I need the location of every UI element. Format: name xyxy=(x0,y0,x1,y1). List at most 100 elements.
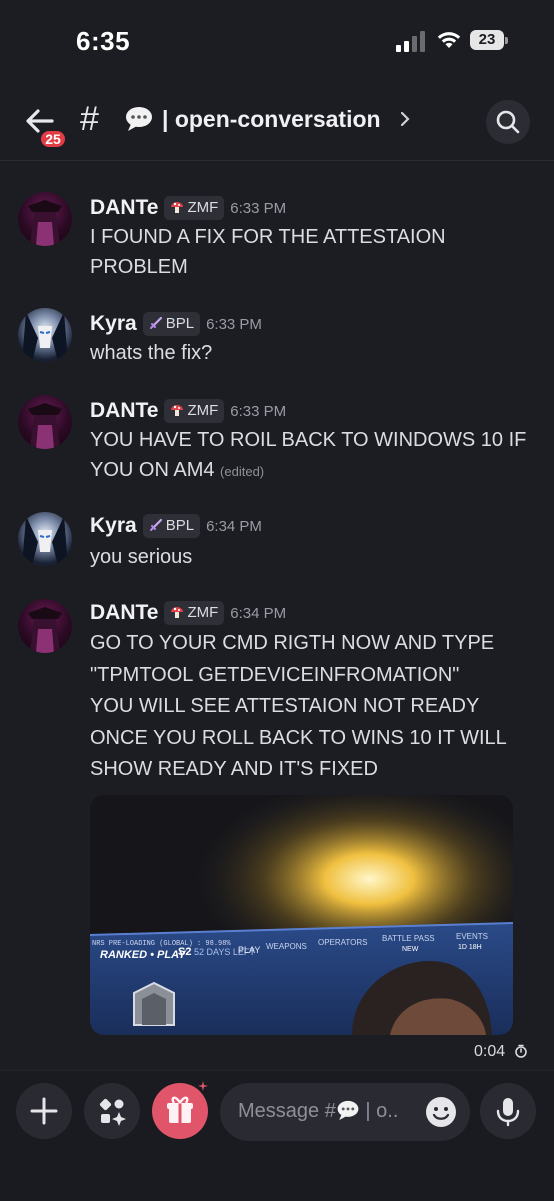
message-meta: DANTe ZMF 6:33 PM xyxy=(90,196,286,224)
message-content: GO TO YOUR CMD RIGTH NOW AND TYPE "TPMTO… xyxy=(90,628,530,786)
message[interactable]: Kyra BPL 6:33 PM whats the fix? xyxy=(0,308,554,368)
season-text: S2 xyxy=(178,946,191,958)
apps-button[interactable] xyxy=(84,1083,140,1139)
timestamp: 6:33 PM xyxy=(230,199,287,217)
server-tag[interactable]: BPL xyxy=(142,312,201,336)
message-content: YOU HAVE TO ROIL BACK TO WINDOWS 10 IF Y… xyxy=(90,425,530,487)
message-meta: DANTe ZMF 6:33 PM xyxy=(90,399,286,427)
message-content: I FOUND A FIX FOR THE ATTESTAION PROBLEM xyxy=(90,222,530,282)
message-line: YOU ON AM4 (edited) xyxy=(90,455,530,487)
message-line: "TPMTOOL GETDEVICEINFROMATION" xyxy=(90,663,460,686)
username[interactable]: DANTe xyxy=(90,601,158,624)
speech-bubble-icon xyxy=(337,1100,359,1121)
channel-hash-icon: # xyxy=(80,100,99,138)
mushroom-icon xyxy=(171,607,184,618)
message-line: YOU HAVE TO ROIL BACK TO WINDOWS 10 IF xyxy=(90,429,527,451)
timestamp: 6:33 PM xyxy=(230,402,287,420)
battery-indicator: 23 xyxy=(470,30,504,50)
message-content: you serious xyxy=(90,542,530,572)
events-timer-text: 1D 18H xyxy=(458,944,482,951)
message[interactable]: DANTe ZMF 6:34 PM GO TO YOUR CMD RIGTH NOW… xyxy=(0,599,554,789)
placeholder-text: Message # xyxy=(238,1100,336,1122)
message-line: YOU WILL SEE ATTESTAION NOT READY xyxy=(90,695,480,717)
avatar[interactable] xyxy=(18,395,72,449)
message[interactable]: Kyra BPL 6:34 PM you serious xyxy=(0,512,554,572)
timestamp: 6:33 PM xyxy=(206,315,262,333)
sparkle-icon xyxy=(198,1081,208,1091)
clock: 6:35 xyxy=(76,26,131,56)
message-line: whats the fix? xyxy=(90,342,213,364)
tag-label: BPL xyxy=(165,315,195,332)
add-button[interactable] xyxy=(16,1083,72,1139)
avatar[interactable] xyxy=(18,192,72,246)
message[interactable]: DANTe ZMF 6:33 PM I FOUND A FIX FOR THE AT… xyxy=(0,192,554,282)
sword-icon xyxy=(149,316,162,329)
message-line: PROBLEM xyxy=(90,256,188,278)
video-thumbnail: NRS PRE-LOADING (GLOBAL) : 98.98% RANKED… xyxy=(90,795,513,1035)
username[interactable]: DANTe xyxy=(90,399,158,422)
search-icon xyxy=(496,110,520,134)
status-bar: 6:35 23 xyxy=(0,0,554,80)
wifi-icon xyxy=(437,32,461,48)
server-tag[interactable]: ZMF xyxy=(164,601,225,625)
video-duration: 0:04 xyxy=(474,1043,528,1061)
avatar[interactable] xyxy=(18,599,72,653)
username[interactable]: Kyra xyxy=(90,312,137,335)
message-line: GO TO YOUR CMD RIGTH NOW AND TYPE xyxy=(90,632,495,654)
timestamp: 6:34 PM xyxy=(230,604,287,622)
tag-label: ZMF xyxy=(187,199,219,216)
message-meta: Kyra BPL 6:33 PM xyxy=(90,312,262,340)
message-input-placeholder: Message # | o.. xyxy=(238,1100,398,1123)
message-line: ONCE YOU ROLL BACK TO WINS 10 IT WILL xyxy=(90,726,507,749)
operators-text: OPERATORS xyxy=(318,938,368,947)
plus-icon xyxy=(30,1097,58,1125)
unread-badge: 25 xyxy=(38,128,68,150)
emoji-icon[interactable] xyxy=(424,1095,458,1129)
server-tag[interactable]: ZMF xyxy=(164,196,225,220)
timestamp: 6:34 PM xyxy=(206,517,262,535)
channel-title[interactable]: | open-conversation xyxy=(162,106,381,133)
voice-message-button[interactable] xyxy=(480,1083,536,1139)
speech-bubble-icon xyxy=(126,107,152,131)
ranked-text: RANKED • PLAY xyxy=(100,949,187,961)
mushroom-icon xyxy=(171,405,184,416)
gift-icon xyxy=(167,1096,193,1123)
sparkle-icon xyxy=(152,1107,160,1115)
username[interactable]: Kyra xyxy=(90,514,137,537)
avatar[interactable] xyxy=(18,512,72,566)
message-line: SHOW READY AND IT'S FIXED xyxy=(90,758,378,780)
weapons-text: WEAPONS xyxy=(266,942,307,951)
mushroom-icon xyxy=(171,202,184,213)
message-meta: Kyra BPL 6:34 PM xyxy=(90,514,262,542)
tag-label: BPL xyxy=(165,517,195,534)
tag-label: ZMF xyxy=(187,402,219,419)
cellular-signal-icon xyxy=(396,30,426,52)
microphone-icon xyxy=(496,1098,520,1127)
battery-tip xyxy=(505,37,508,44)
placeholder-tail: | o.. xyxy=(365,1100,399,1122)
duration-text: 0:04 xyxy=(474,1043,506,1060)
message-line: you serious xyxy=(90,546,193,568)
video-attachment[interactable]: NRS PRE-LOADING (GLOBAL) : 98.98% RANKED… xyxy=(90,795,513,1035)
battle-pass-new-text: NEW xyxy=(402,946,419,953)
timer-icon xyxy=(514,1044,527,1058)
message[interactable]: DANTe ZMF 6:33 PM YOU HAVE TO ROIL BACK TO… xyxy=(0,395,554,487)
play-text: PLAY xyxy=(238,945,260,955)
gift-button[interactable] xyxy=(152,1083,208,1139)
message-content: whats the fix? xyxy=(90,338,530,368)
search-button[interactable] xyxy=(486,100,530,144)
server-tag[interactable]: BPL xyxy=(142,514,201,538)
events-text: EVENTS xyxy=(456,932,488,941)
channel-header: 25 # | open-conversation xyxy=(0,88,554,161)
apps-sparkle-icon xyxy=(99,1098,126,1126)
username[interactable]: DANTe xyxy=(90,196,158,219)
avatar[interactable] xyxy=(18,308,72,362)
battle-pass-text: BATTLE PASS xyxy=(382,934,435,943)
message-input[interactable]: Message # | o.. xyxy=(220,1083,470,1141)
server-tag[interactable]: ZMF xyxy=(164,399,225,423)
message-meta: DANTe ZMF 6:34 PM xyxy=(90,601,286,629)
message-line: I FOUND A FIX FOR THE ATTESTAION xyxy=(90,226,446,248)
tag-label: ZMF xyxy=(187,604,219,621)
chevron-right-icon[interactable] xyxy=(398,110,412,128)
message-composer: Message # | o.. xyxy=(0,1070,554,1201)
